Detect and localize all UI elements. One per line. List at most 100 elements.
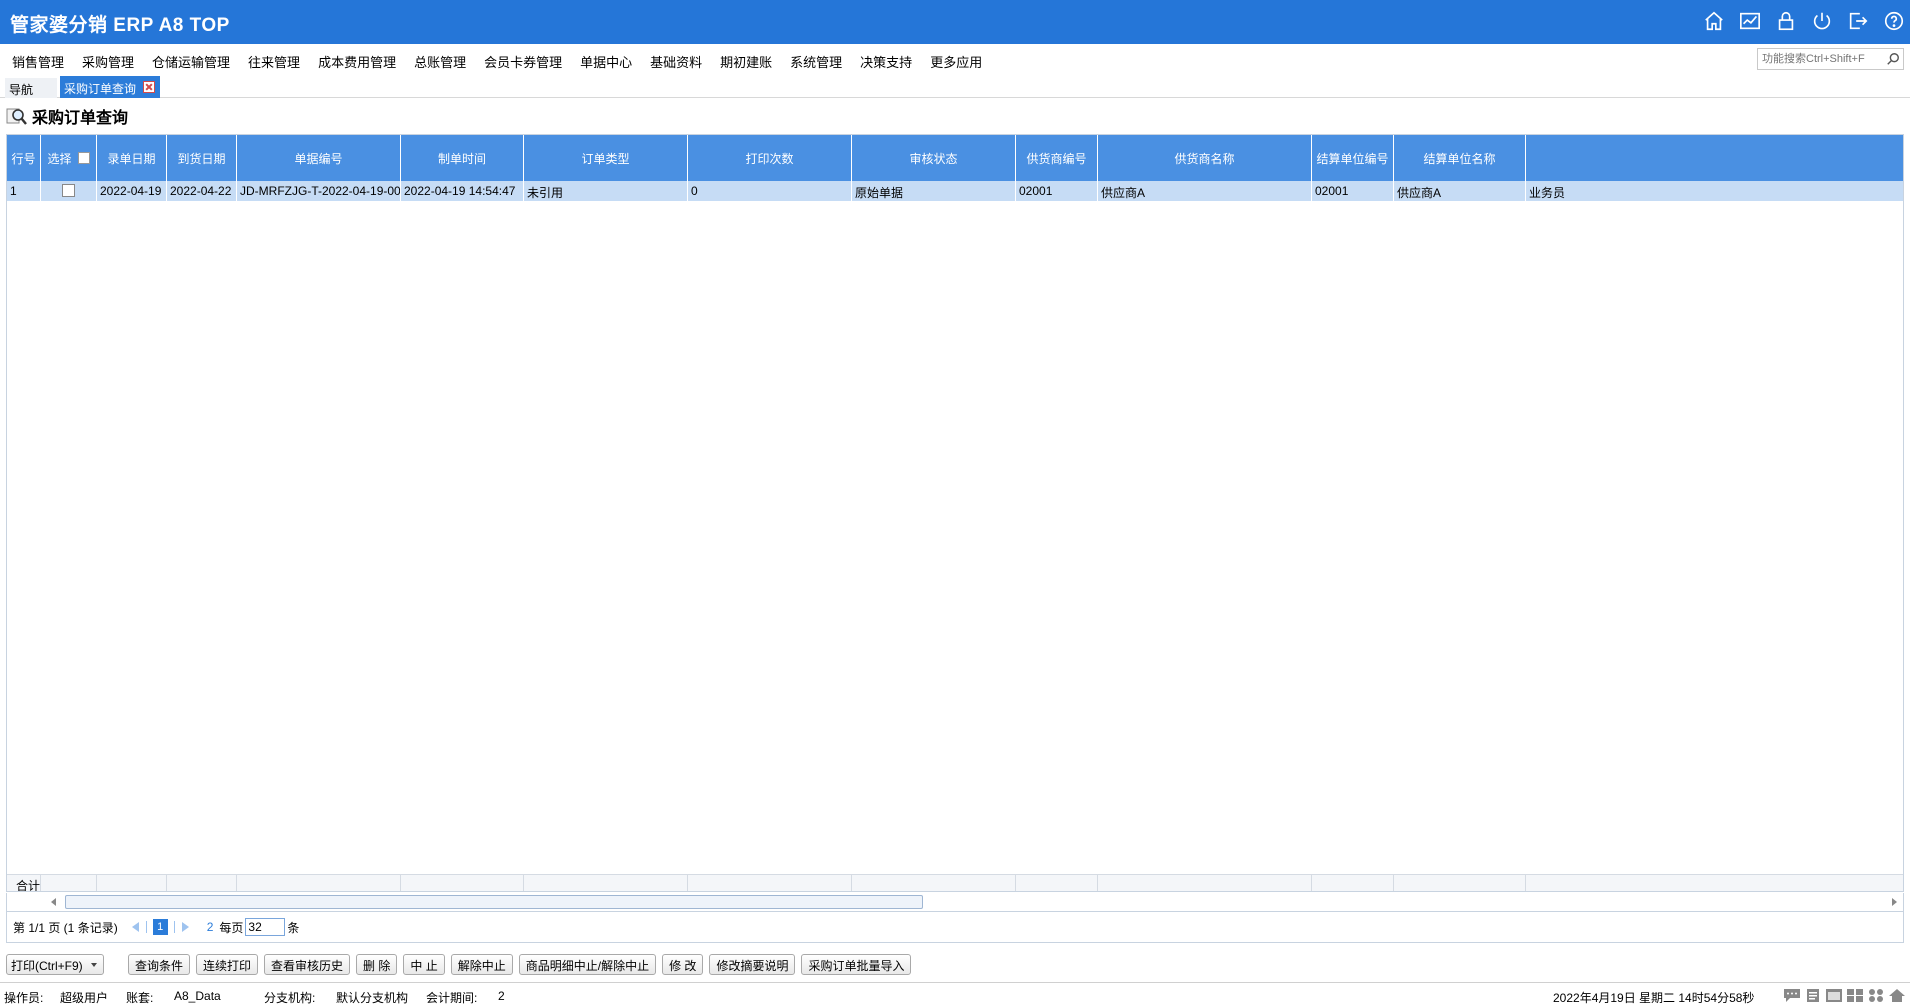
menu-item-member[interactable]: 会员卡券管理 (484, 52, 562, 71)
per-page-label: 每页 (219, 920, 244, 935)
page-info: 第 1/1 页 (1 条记录) (13, 920, 118, 935)
grid-icon[interactable] (1846, 988, 1864, 1003)
chart-icon[interactable] (1738, 9, 1762, 33)
header-label: 结算单位名称 (1423, 151, 1496, 166)
detail-stop-button[interactable]: 商品明细中止/解除中止 (518, 953, 657, 975)
scroll-left-icon[interactable] (51, 898, 56, 906)
header-label: 供货商名称 (1174, 151, 1235, 166)
apps-icon[interactable] (1867, 988, 1885, 1003)
menu-item-purchase[interactable]: 采购管理 (82, 52, 134, 71)
grid-footer-total: 合计 (7, 874, 1903, 891)
header-label: 结算单位编号 (1316, 151, 1389, 166)
menu-item-ledger[interactable]: 总账管理 (414, 52, 466, 71)
print-button-label: 打印(Ctrl+F9) (11, 958, 83, 973)
branch-value: 默认分支机构 (336, 991, 409, 1005)
footer-cell (1016, 875, 1098, 891)
header-label: 到货日期 (177, 151, 226, 166)
home-small-icon[interactable] (1888, 988, 1906, 1003)
power-icon[interactable] (1810, 9, 1834, 33)
query-conditions-button[interactable]: 查询条件 (128, 953, 191, 975)
column-header-supplier-name[interactable]: 供货商名称 (1098, 135, 1312, 181)
tab-purchase-order-query[interactable]: 采购订单查询 (60, 76, 160, 98)
header-label: 行号 (11, 151, 36, 166)
header-label: 单据编号 (294, 151, 343, 166)
tab-label: 采购订单查询 (64, 82, 137, 96)
menu-item-accounts[interactable]: 往来管理 (248, 52, 300, 71)
stop-button[interactable]: 中 止 (403, 953, 445, 975)
cell-audit-status: 原始单据 (852, 181, 1016, 201)
chevron-down-icon[interactable] (91, 962, 97, 967)
unstop-button[interactable]: 解除中止 (450, 953, 513, 975)
search-icon[interactable] (1886, 52, 1900, 66)
header-label: 打印次数 (745, 151, 794, 166)
scroll-right-icon[interactable] (1892, 898, 1897, 906)
page-number-link[interactable]: 2 (207, 920, 214, 934)
tab-navigation[interactable]: 导航 (5, 78, 57, 98)
column-header-entry-date[interactable]: 录单日期 (97, 135, 167, 181)
column-header-settle-code[interactable]: 结算单位编号 (1312, 135, 1394, 181)
batch-print-button[interactable]: 连续打印 (196, 953, 259, 975)
help-icon[interactable] (1882, 9, 1906, 33)
header-label: 订单类型 (581, 151, 630, 166)
notepad-icon[interactable] (1804, 988, 1822, 1003)
edit-button[interactable]: 修 改 (662, 953, 704, 975)
account-value: A8_Data (174, 989, 221, 1003)
header-label: 录单日期 (107, 151, 156, 166)
status-bar: 操作员: 超级用户 账套: A8_Data 分支机构: 默认分支机构 会计期间:… (0, 982, 1910, 1007)
current-page-button[interactable]: 1 (152, 919, 168, 935)
column-header-salesperson[interactable] (1526, 135, 1903, 181)
column-header-audit-status[interactable]: 审核状态 (852, 135, 1016, 181)
column-header-arrival-date[interactable]: 到货日期 (167, 135, 237, 181)
pagination-bar: 第 1/1 页 (1 条记录) 1 2 每页 条 (6, 911, 1904, 943)
chat-icon[interactable] (1783, 988, 1801, 1003)
function-search-input[interactable] (1758, 49, 1883, 69)
print-button[interactable]: 打印(Ctrl+F9) (6, 953, 104, 975)
column-header-order-type[interactable]: 订单类型 (524, 135, 688, 181)
window-icon[interactable] (1825, 988, 1843, 1003)
cell-supplier-code: 02001 (1016, 181, 1098, 201)
menu-item-sales[interactable]: 销售管理 (12, 52, 64, 71)
lock-icon[interactable] (1774, 9, 1798, 33)
delete-button[interactable]: 删 除 (356, 953, 398, 975)
footer-cell (167, 875, 237, 891)
footer-cell (1098, 875, 1312, 891)
row-checkbox[interactable] (62, 184, 75, 197)
page-title: 采购订单查询 (32, 110, 129, 127)
column-header-print-count[interactable]: 打印次数 (688, 135, 852, 181)
menu-item-opening[interactable]: 期初建账 (720, 52, 772, 71)
audit-history-button[interactable]: 查看审核历史 (264, 953, 351, 975)
close-icon[interactable] (143, 81, 155, 93)
select-all-checkbox[interactable] (77, 152, 90, 164)
column-header-created-time[interactable]: 制单时间 (401, 135, 524, 181)
edit-summary-button[interactable]: 修改摘要说明 (709, 953, 796, 975)
cell-print-count: 0 (688, 181, 852, 201)
next-page-icon[interactable] (181, 922, 189, 932)
menu-item-warehouse[interactable]: 仓储运输管理 (152, 52, 230, 71)
column-header-settle-name[interactable]: 结算单位名称 (1394, 135, 1526, 181)
home-icon[interactable] (1702, 9, 1726, 33)
menu-item-cost[interactable]: 成本费用管理 (318, 52, 396, 71)
period-label: 会计期间: (426, 991, 478, 1005)
menu-item-system[interactable]: 系统管理 (790, 52, 842, 71)
menu-item-basic-data[interactable]: 基础资料 (650, 52, 702, 71)
column-header-supplier-code[interactable]: 供货商编号 (1016, 135, 1098, 181)
menu-item-more[interactable]: 更多应用 (930, 52, 982, 71)
grid-header: 行号 选择 录单日期 到货日期 单据编号 制单时间 订单类型 打印次数 审核状态… (7, 135, 1903, 181)
horizontal-scrollbar[interactable] (6, 893, 1904, 911)
column-header-doc-no[interactable]: 单据编号 (237, 135, 401, 181)
column-header-row-no[interactable]: 行号 (7, 135, 41, 181)
cell-order-type: 未引用 (524, 181, 688, 201)
menu-item-documents[interactable]: 单据中心 (580, 52, 632, 71)
cell-row-no: 1 (7, 181, 41, 201)
cell-created-time: 2022-04-19 14:54:47 (401, 181, 524, 201)
logout-icon[interactable] (1846, 9, 1870, 33)
cell-settle-name: 供应商A (1394, 181, 1526, 201)
table-row[interactable]: 1 2022-04-19 2022-04-22 JD-MRFZJG-T-2022… (7, 181, 1903, 201)
per-page-input[interactable] (245, 918, 286, 936)
batch-import-button[interactable]: 采购订单批量导入 (801, 953, 912, 975)
menu-item-decision[interactable]: 决策支持 (860, 52, 912, 71)
prev-page-icon[interactable] (131, 922, 139, 932)
column-header-select[interactable]: 选择 (41, 135, 97, 181)
scrollbar-thumb[interactable] (65, 895, 923, 909)
header-label: 审核状态 (909, 151, 958, 166)
